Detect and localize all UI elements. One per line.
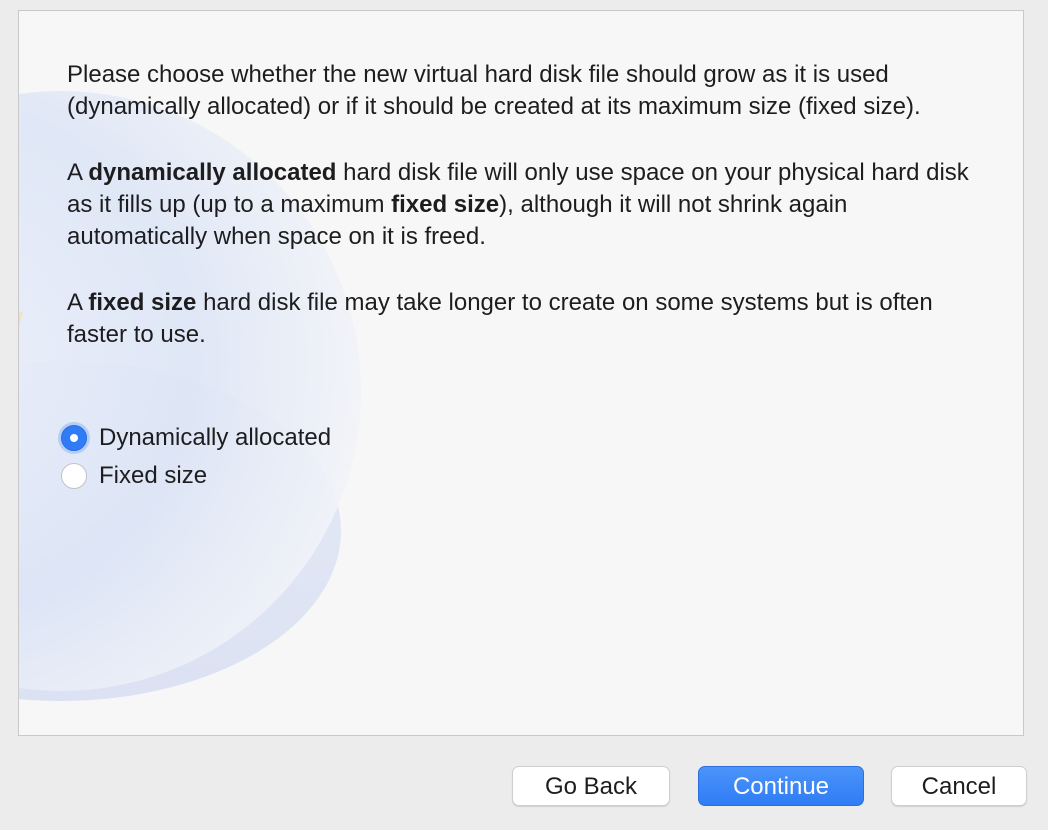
text-span: A [67, 159, 89, 186]
dialog-button-bar: Go Back Continue Cancel [0, 766, 1048, 806]
intro-paragraph: Please choose whether the new virtual ha… [67, 61, 921, 120]
text-span: hard disk file may take longer to create… [67, 289, 933, 348]
fixed-explanation-paragraph: A fixed size hard disk file may take lon… [67, 287, 987, 351]
radio-label-fixed-size[interactable]: Fixed size [99, 462, 207, 490]
description-text: Please choose whether the new virtual ha… [67, 59, 987, 385]
bold-term-fixed-size: fixed size [391, 191, 500, 218]
dynamic-explanation-paragraph: A dynamically allocated hard disk file w… [67, 157, 987, 253]
go-back-button[interactable]: Go Back [512, 766, 670, 806]
cancel-button[interactable]: Cancel [891, 766, 1027, 806]
wizard-page-panel: Please choose whether the new virtual ha… [18, 10, 1024, 736]
text-span: A [67, 289, 89, 316]
radio-label-dynamically-allocated[interactable]: Dynamically allocated [99, 424, 331, 452]
storage-type-radio-group: Dynamically allocated Fixed size [61, 419, 331, 495]
radio-button-unselected[interactable] [61, 463, 87, 489]
wizard-window: Please choose whether the new virtual ha… [0, 0, 1048, 830]
continue-button[interactable]: Continue [698, 766, 864, 806]
radio-button-selected[interactable] [61, 425, 87, 451]
radio-option-dynamically-allocated[interactable]: Dynamically allocated [61, 419, 331, 457]
bold-term-fixed-size: fixed size [88, 289, 197, 316]
bold-term-dynamically-allocated: dynamically allocated [88, 159, 337, 186]
radio-option-fixed-size[interactable]: Fixed size [61, 457, 331, 495]
